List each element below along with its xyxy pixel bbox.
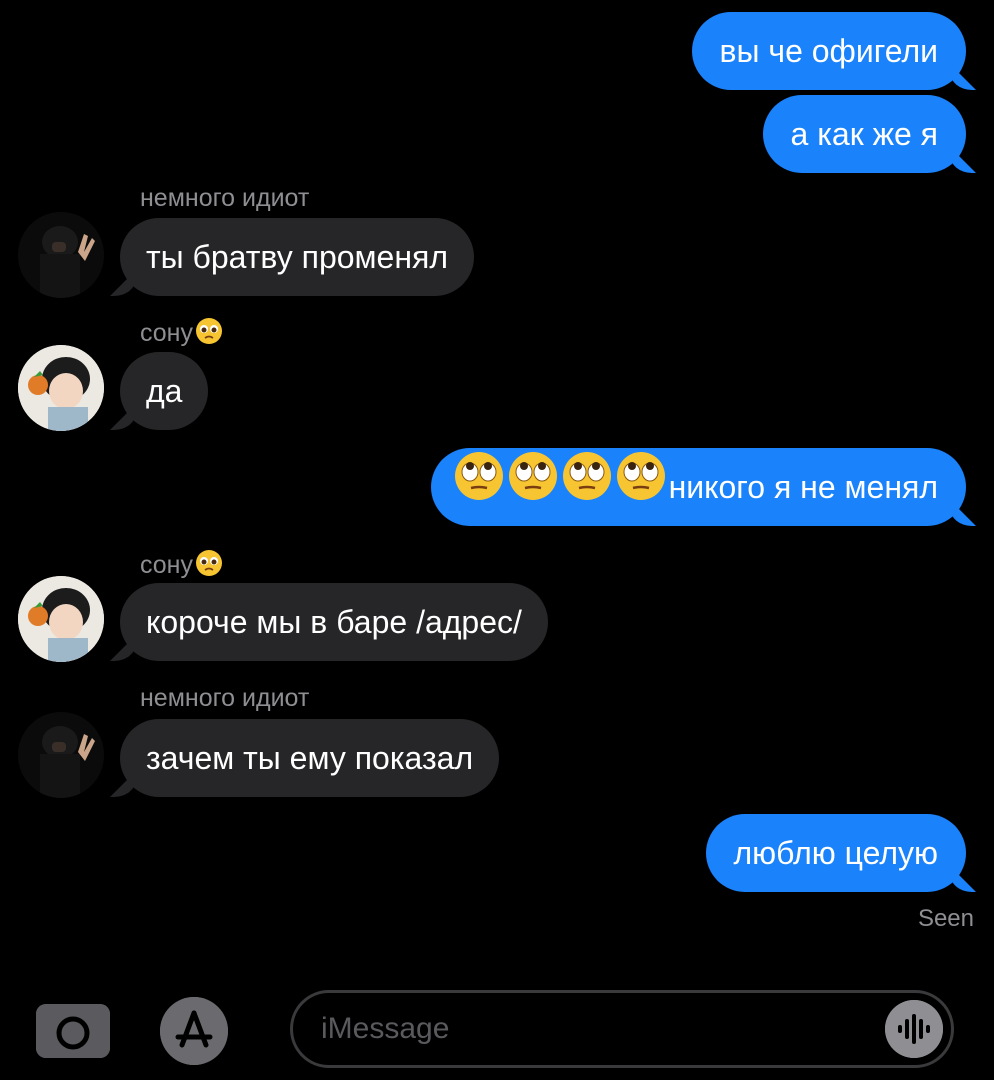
- message-text: да: [146, 373, 183, 409]
- message-text: люблю целую: [733, 835, 939, 871]
- pleading-face-icon: [194, 548, 224, 585]
- face-with-rolling-eyes-icon: [507, 450, 559, 530]
- waveform-icon: [885, 1000, 943, 1058]
- outgoing-message-bubble[interactable]: вы че офигели: [691, 12, 966, 90]
- avatar[interactable]: [18, 712, 104, 798]
- message-text: зачем ты ему показал: [146, 740, 474, 776]
- face-with-rolling-eyes-icon: [615, 450, 667, 530]
- message-text: а как же я: [790, 116, 939, 152]
- message-input-placeholder: iMessage: [321, 1012, 450, 1045]
- camera-icon: [36, 1004, 110, 1058]
- incoming-message-bubble[interactable]: да: [120, 352, 209, 430]
- incoming-message-bubble[interactable]: ты братву променял: [120, 218, 474, 296]
- message-text: ты братву променял: [146, 239, 448, 275]
- sender-name: сону: [140, 316, 224, 347]
- message-thread: вы че офигели а как же я немного идиот т…: [0, 0, 994, 1080]
- message-text: вы че офигели: [719, 33, 939, 69]
- incoming-message-bubble[interactable]: короче мы в баре /адрес/: [120, 583, 548, 661]
- incoming-message-bubble[interactable]: зачем ты ему показал: [120, 719, 500, 797]
- avatar[interactable]: [18, 345, 104, 431]
- app-store-button[interactable]: [160, 997, 238, 1065]
- sender-name: сону: [140, 548, 224, 579]
- app-store-icon: [160, 997, 238, 1065]
- outgoing-message-bubble[interactable]: люблю целую: [705, 814, 966, 892]
- read-receipt: Seen: [917, 905, 974, 932]
- camera-button[interactable]: [36, 1004, 110, 1058]
- message-text: короче мы в баре /адрес/: [146, 604, 522, 640]
- sender-name: немного идиот: [140, 184, 310, 212]
- outgoing-message-bubble[interactable]: а как же я: [762, 95, 966, 173]
- face-with-rolling-eyes-icon: [561, 450, 613, 530]
- sender-name: немного идиот: [140, 684, 310, 712]
- outgoing-message-bubble[interactable]: никого я не менял: [430, 448, 966, 526]
- message-text: никого я не менял: [668, 469, 938, 505]
- pleading-face-icon: [194, 316, 224, 353]
- avatar[interactable]: [18, 576, 104, 662]
- audio-message-button[interactable]: [885, 1000, 943, 1058]
- face-with-rolling-eyes-icon: [453, 450, 505, 530]
- message-input[interactable]: iMessage: [290, 990, 954, 1068]
- avatar[interactable]: [18, 212, 104, 298]
